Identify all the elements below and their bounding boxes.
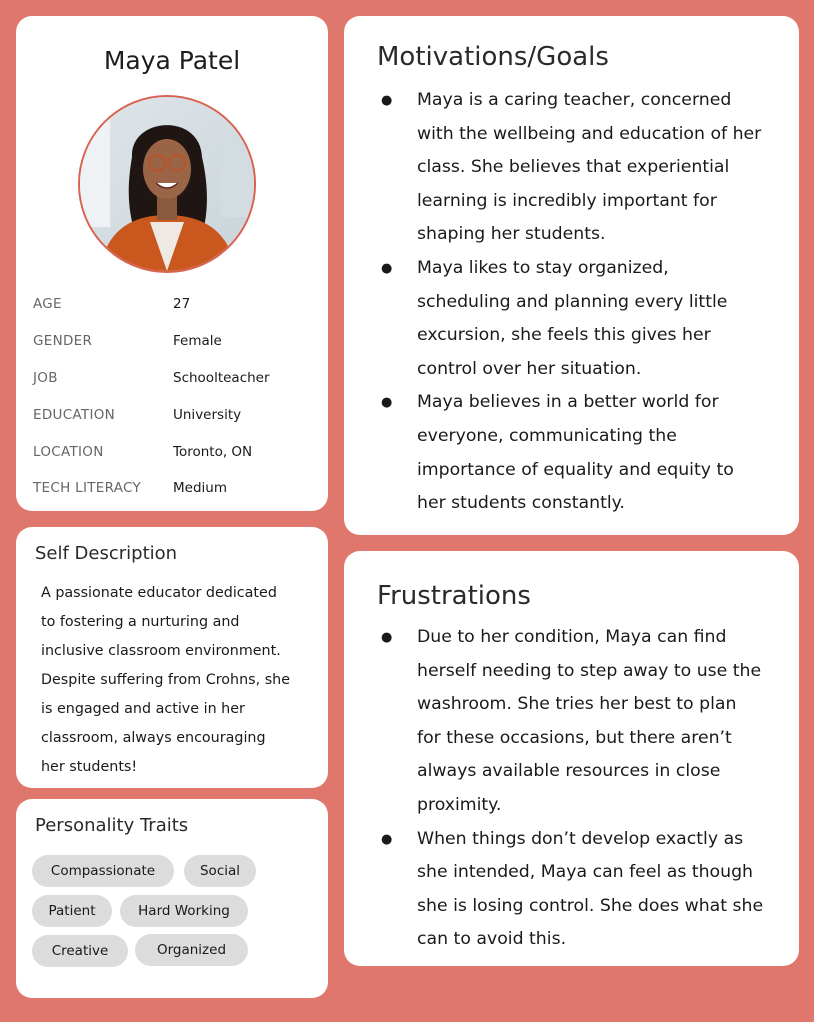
profile-card: Maya Patel AGE 27 GENDER Female JOB Scho…	[16, 16, 328, 511]
attribute-label: JOB	[33, 369, 58, 386]
self-description-card: Self Description A passionate educator d…	[16, 527, 328, 788]
text-line: shaping her students.	[417, 224, 606, 245]
bullet-icon: ●	[381, 831, 393, 847]
trait-tag: Organized	[135, 934, 248, 966]
text-line: Maya believes in a better world for	[417, 392, 719, 413]
text-line: she intended, Maya can feel as though	[417, 862, 754, 883]
text-line: class. She believes that experiential	[417, 157, 730, 178]
text-line: inclusive classroom environment.	[41, 643, 281, 659]
attribute-value: Female	[173, 333, 222, 350]
text-line: control over her situation.	[417, 358, 642, 379]
text-line: importance of equality and equity to	[417, 459, 734, 480]
bullet-icon: ●	[381, 260, 393, 276]
text-line: Maya likes to stay organized,	[417, 257, 669, 278]
attribute-label: EDUCATION	[33, 406, 116, 423]
text-line: with the wellbeing and education of her	[417, 123, 762, 144]
attribute-row: LOCATION Toronto, ON	[33, 433, 313, 470]
text-line: Maya is a caring teacher, concerned	[417, 90, 732, 110]
text-line: excursion, she feels this gives her	[417, 325, 711, 346]
attribute-row: JOB Schoolteacher	[33, 360, 313, 397]
text-line: to fostering a nurturing and	[41, 614, 240, 630]
text-line: always available resources in close	[417, 761, 721, 782]
text-line: proximity.	[417, 794, 502, 815]
frustrations-card: Frustrations ● Due to her condition, May…	[344, 551, 799, 966]
text-line: learning is incredibly important for	[417, 190, 717, 211]
attribute-label: GENDER	[33, 333, 93, 350]
attribute-value: Medium	[173, 480, 227, 497]
personality-traits-title: Personality Traits	[35, 815, 189, 836]
motivations-title: Motivations/Goals	[377, 42, 609, 72]
text-line: is engaged and active in her	[41, 701, 245, 717]
attribute-row: GENDER Female	[33, 323, 313, 360]
persona-name: Maya Patel	[103, 46, 241, 75]
trait-tag: Creative	[32, 935, 128, 967]
motivations-card: Motivations/Goals ● Maya is a caring tea…	[344, 16, 799, 535]
text-line: can to avoid this.	[417, 929, 567, 950]
text-line: everyone, communicating the	[417, 425, 677, 446]
text-line: her students constantly.	[417, 493, 625, 514]
text-line: A passionate educator dedicated	[41, 585, 277, 601]
attribute-row: EDUCATION University	[33, 396, 313, 433]
list-item: ● Maya is a caring teacher, concerned wi…	[377, 84, 772, 252]
bullet-icon: ●	[381, 395, 393, 411]
self-description-title: Self Description	[35, 543, 178, 564]
frustrations-title: Frustrations	[377, 581, 531, 611]
list-item: ● Maya likes to stay organized, scheduli…	[377, 252, 772, 386]
text-line: for these occasions, but there aren’t	[417, 727, 732, 748]
text-line: Due to her condition, Maya can find	[417, 627, 727, 647]
text-line: Despite suffering from Crohns, she	[41, 672, 291, 688]
text-line: she is losing control. She does what she	[417, 895, 764, 916]
list-item: ● When things don’t develop exactly as s…	[377, 823, 772, 957]
text-line: herself needing to step away to use the	[417, 660, 762, 681]
trait-tag: Social	[184, 855, 256, 887]
text-line: her students!	[41, 759, 138, 775]
trait-tag: Hard Working	[120, 895, 248, 927]
text-line: washroom. She tries her best to plan	[417, 694, 737, 715]
list-item: ● Due to her condition, Maya can find he…	[377, 621, 772, 823]
text-line: When things don’t develop exactly as	[417, 828, 744, 849]
attribute-list: AGE 27 GENDER Female JOB Schoolteacher E…	[33, 286, 313, 507]
bullet-icon: ●	[381, 630, 393, 645]
trait-tag: Compassionate	[32, 855, 174, 887]
attribute-row: AGE 27	[33, 286, 313, 323]
attribute-label: LOCATION	[33, 443, 104, 460]
motivations-list: ● Maya is a caring teacher, concerned wi…	[377, 84, 772, 521]
text-line: scheduling and planning every little	[417, 291, 728, 312]
list-item: ● Maya believes in a better world for ev…	[377, 386, 772, 520]
bullet-icon: ●	[381, 93, 393, 108]
self-description-text: A passionate educator dedicated to foste…	[41, 579, 311, 782]
attribute-value: Schoolteacher	[173, 369, 270, 386]
attribute-value: Toronto, ON	[173, 443, 253, 460]
attribute-value: 27	[173, 296, 191, 313]
avatar-photo	[80, 97, 254, 271]
avatar	[78, 95, 256, 273]
text-line: classroom, always encouraging	[41, 730, 266, 746]
personality-traits-card: Personality Traits Compassionate Social …	[16, 799, 328, 998]
frustrations-list: ● Due to her condition, Maya can find he…	[377, 621, 772, 957]
attribute-row: TECH LITERACY Medium	[33, 470, 313, 507]
attribute-label: TECH LITERACY	[33, 480, 142, 497]
attribute-value: University	[173, 406, 242, 423]
attribute-label: AGE	[33, 296, 62, 313]
trait-tag: Patient	[32, 895, 112, 927]
